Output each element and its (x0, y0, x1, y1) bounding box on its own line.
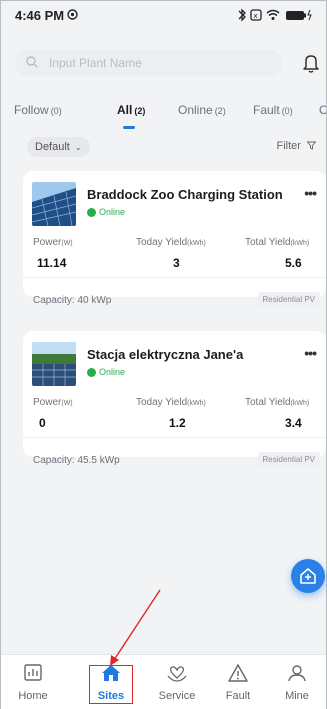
tab-all[interactable]: All (2) (117, 103, 145, 117)
active-tab-indicator (123, 126, 135, 129)
plant-status: Online (99, 367, 126, 377)
tab-count: (2) (134, 106, 146, 116)
plant-name: Stacja elektryczna Jane'a (87, 347, 244, 362)
today-yield-value: 1.2 (169, 416, 186, 430)
warning-icon (228, 664, 248, 682)
tab-fault[interactable]: Fault (0) (253, 103, 293, 117)
tab-label: Follow (14, 103, 49, 117)
tab-label: All (117, 103, 133, 117)
power-value: 0 (39, 416, 46, 430)
bell-icon[interactable] (299, 51, 323, 75)
tab-online[interactable]: Online (2) (178, 103, 226, 117)
person-icon (288, 665, 306, 682)
nav-fault[interactable]: Fault (208, 655, 268, 709)
tab-label: O (319, 103, 326, 117)
notification-icon (67, 9, 78, 20)
more-options-icon[interactable]: ••• (304, 345, 317, 361)
status-time: 4:46 PM (15, 8, 65, 23)
search-icon (26, 56, 38, 68)
plant-thumbnail (32, 342, 76, 386)
tab-label: Online (178, 103, 213, 117)
tab-offline[interactable]: O (319, 103, 326, 117)
nav-label: Fault (225, 690, 251, 702)
nav-mine[interactable]: Mine (267, 655, 327, 709)
filter-button[interactable]: Filter (276, 140, 317, 152)
bottom-navigation: Home Sites Service Fault Mine (1, 654, 326, 709)
chart-icon (24, 664, 42, 681)
sort-dropdown[interactable]: Default ⌄ (27, 137, 90, 157)
plant-type-badge: Residential PV (257, 292, 320, 308)
sort-filter-row: Default ⌄ Filter (1, 136, 326, 158)
more-options-icon[interactable]: ••• (304, 185, 317, 201)
plant-type-badge: Residential PV (257, 452, 320, 468)
sort-label: Default (35, 141, 70, 153)
filter-label: Filter (276, 140, 301, 152)
battery-icon (286, 9, 312, 21)
card-divider (23, 437, 326, 438)
today-yield-value: 3 (173, 256, 180, 270)
search-placeholder: Input Plant Name (49, 56, 142, 70)
plant-card[interactable]: Braddock Zoo Charging Station ••• Online… (23, 171, 326, 308)
plant-thumbnail (32, 182, 76, 226)
total-yield-value: 3.4 (285, 416, 302, 430)
svg-text:x: x (254, 12, 258, 20)
total-yield-label: Total Yield(kWh) (245, 237, 310, 248)
today-yield-label: Today Yield(kWh) (136, 397, 206, 408)
phone-screen: 4:46 PM x Input Plant Name Follow (0) All… (0, 0, 327, 709)
nav-label: Home (18, 690, 48, 702)
tab-follow[interactable]: Follow (0) (14, 103, 62, 117)
wifi-icon (266, 9, 280, 20)
tab-count: (0) (50, 106, 62, 116)
plant-card[interactable]: Stacja elektryczna Jane'a ••• Online Pow… (23, 331, 326, 468)
total-yield-value: 5.6 (285, 256, 302, 270)
add-house-icon (300, 568, 316, 584)
plant-name: Braddock Zoo Charging Station (87, 187, 283, 202)
filter-icon (306, 141, 317, 150)
nav-home[interactable]: Home (3, 655, 63, 709)
add-plant-button[interactable] (291, 559, 325, 593)
online-status-icon (87, 208, 96, 217)
power-value: 11.14 (37, 256, 67, 270)
tab-count: (2) (214, 106, 226, 116)
tab-count: (0) (281, 106, 293, 116)
total-yield-label: Total Yield(kWh) (245, 397, 310, 408)
chevron-down-icon: ⌄ (74, 143, 82, 152)
power-label: Power(W) (33, 397, 73, 408)
status-bar: 4:46 PM x (1, 1, 326, 29)
nav-label: Mine (285, 690, 309, 702)
plant-capacity: Capacity: 40 kWp (33, 295, 112, 306)
search-input[interactable]: Input Plant Name (15, 50, 283, 76)
card-divider (23, 277, 326, 278)
annotation-highlight-box (89, 665, 133, 704)
tab-label: Fault (253, 103, 280, 117)
online-status-icon (87, 368, 96, 377)
plant-status: Online (99, 207, 126, 217)
nav-label: Service (158, 690, 196, 702)
sim-icon: x (250, 9, 262, 21)
power-label: Power(W) (33, 237, 73, 248)
bluetooth-icon (238, 8, 246, 22)
today-yield-label: Today Yield(kWh) (136, 237, 206, 248)
status-icons: x (238, 8, 312, 22)
plant-capacity: Capacity: 45.5 kWp (33, 455, 120, 466)
status-tabs: Follow (0) All (2) Online (2) Fault (0) O (1, 96, 326, 130)
heart-hands-icon (167, 666, 187, 682)
nav-service[interactable]: Service (147, 655, 207, 709)
